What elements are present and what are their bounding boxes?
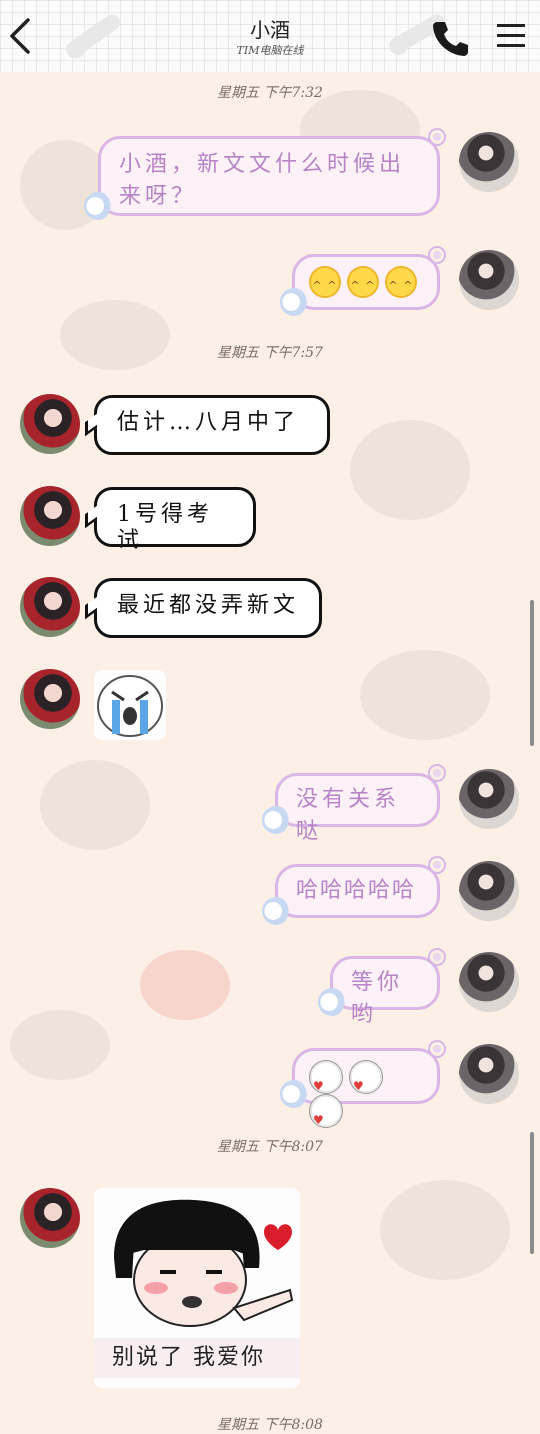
blushing-smile-emoji-icon bbox=[309, 266, 341, 302]
my-avatar[interactable] bbox=[459, 132, 519, 192]
my-avatar[interactable] bbox=[459, 250, 519, 310]
blushing-smile-emoji-icon bbox=[347, 266, 379, 302]
my-message-bubble[interactable]: 没有关系哒 bbox=[275, 773, 440, 844]
message-text: 哈哈哈哈哈 bbox=[296, 878, 417, 903]
wand-decoration-icon bbox=[428, 764, 446, 782]
message-text: 等你哟 bbox=[351, 970, 404, 1027]
bunny-decoration-icon bbox=[280, 288, 308, 316]
timestamp: 星期五 下午8:08 bbox=[217, 1417, 323, 1433]
bunny-decoration-icon bbox=[262, 897, 290, 925]
message-text: 估计…八月中了 bbox=[117, 410, 300, 435]
timestamp: 星期五 下午8:07 bbox=[217, 1139, 323, 1155]
meme-caption: 别说了 我爱你 bbox=[94, 1338, 300, 1378]
contact-message-bubble[interactable]: 1号得考试 bbox=[94, 487, 256, 553]
contact-avatar[interactable] bbox=[20, 669, 80, 729]
message-text: 小酒，新文文什么时候出来呀？ bbox=[119, 152, 406, 209]
bunny-decoration-icon bbox=[84, 192, 112, 220]
my-emoji-bubble[interactable] bbox=[292, 254, 440, 310]
message-text: 1号得考试 bbox=[117, 502, 213, 553]
my-message-bubble[interactable]: 哈哈哈哈哈 bbox=[275, 864, 440, 918]
message-text: 最近都没弄新文 bbox=[117, 593, 300, 618]
contact-message-bubble[interactable]: 估计…八月中了 bbox=[94, 395, 330, 455]
contact-avatar[interactable] bbox=[20, 577, 80, 637]
wand-decoration-icon bbox=[428, 128, 446, 146]
contact-avatar[interactable] bbox=[20, 486, 80, 546]
my-message-bubble[interactable]: 小酒，新文文什么时候出来呀？ bbox=[98, 136, 440, 216]
wand-decoration-icon bbox=[428, 246, 446, 264]
chat-header: 小酒 TIM电脑在线 bbox=[0, 0, 540, 72]
kissing-face-emoji-icon bbox=[349, 1060, 383, 1102]
contact-message-bubble[interactable]: 最近都没弄新文 bbox=[94, 578, 322, 638]
crying-cat-sticker[interactable] bbox=[94, 670, 166, 740]
scrollbar-thumb[interactable] bbox=[530, 1132, 534, 1254]
timestamp: 星期五 下午7:57 bbox=[217, 345, 323, 361]
wand-decoration-icon bbox=[428, 856, 446, 874]
meme-sticker[interactable]: 别说了 我爱你 bbox=[94, 1188, 300, 1388]
my-emoji-bubble[interactable] bbox=[292, 1048, 440, 1136]
timestamp: 星期五 下午7:32 bbox=[217, 85, 323, 101]
wand-decoration-icon bbox=[428, 948, 446, 966]
my-avatar[interactable] bbox=[459, 1044, 519, 1104]
my-message-bubble[interactable]: 等你哟 bbox=[330, 956, 440, 1027]
bunny-decoration-icon bbox=[318, 988, 346, 1016]
hamburger-menu-icon[interactable] bbox=[497, 24, 525, 48]
kissing-face-emoji-icon bbox=[309, 1060, 343, 1102]
wand-decoration-icon bbox=[428, 1040, 446, 1058]
contact-avatar[interactable] bbox=[20, 394, 80, 454]
bunny-decoration-icon bbox=[280, 1080, 308, 1108]
meme-face-illustration bbox=[114, 1199, 294, 1327]
contact-avatar[interactable] bbox=[20, 1188, 80, 1248]
my-avatar[interactable] bbox=[459, 952, 519, 1012]
kissing-face-emoji-icon bbox=[309, 1094, 343, 1136]
crying-face-icon bbox=[97, 675, 163, 737]
bunny-decoration-icon bbox=[262, 806, 290, 834]
my-avatar[interactable] bbox=[459, 769, 519, 829]
my-avatar[interactable] bbox=[459, 861, 519, 921]
scrollbar-thumb[interactable] bbox=[530, 600, 534, 746]
message-text: 没有关系哒 bbox=[296, 787, 401, 844]
blushing-smile-emoji-icon bbox=[385, 266, 417, 302]
phone-icon[interactable] bbox=[430, 18, 470, 58]
